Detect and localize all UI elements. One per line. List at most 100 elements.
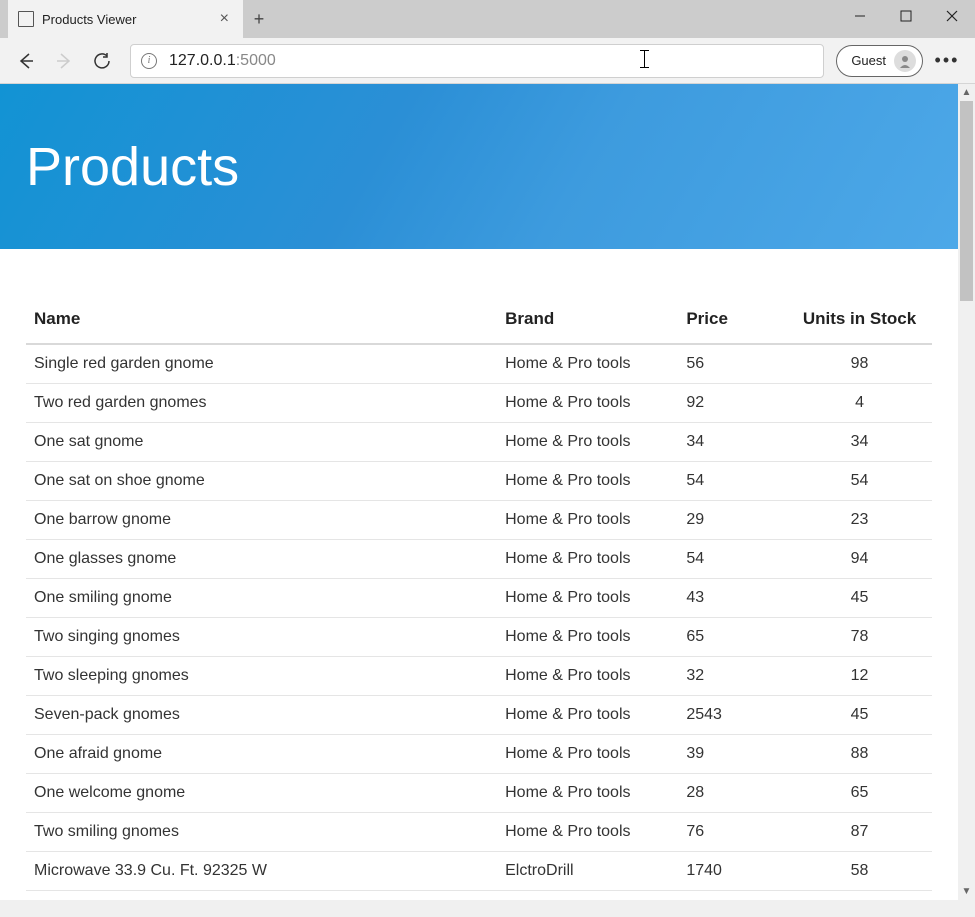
table-row: Two sleeping gnomesHome & Pro tools3212 [26,657,932,696]
vertical-scrollbar[interactable]: ▲ ▼ [958,84,975,900]
cell-stock: 54 [787,462,932,501]
cell-brand: Home & Pro tools [497,618,678,657]
address-bar[interactable]: i 127.0.0.1:5000 [130,44,824,78]
url-port: :5000 [236,52,276,69]
cell-price: 56 [678,344,787,384]
cell-name: Single red garden gnome [26,344,497,384]
table-row: One afraid gnomeHome & Pro tools3988 [26,735,932,774]
cell-name: Two singing gnomes [26,618,497,657]
refresh-button[interactable] [86,45,118,77]
cell-stock: 94 [787,540,932,579]
cell-price: 1740 [678,852,787,891]
cell-name: One sat gnome [26,423,497,462]
profile-label: Guest [851,53,886,68]
tab-title: Products Viewer [42,12,216,27]
cell-brand: Home & Pro tools [497,735,678,774]
forward-button[interactable] [48,45,80,77]
table-row: One sat on shoe gnomeHome & Pro tools545… [26,462,932,501]
text-cursor [644,50,645,68]
cell-stock: 12 [787,657,932,696]
cell-brand: Home & Pro tools [497,579,678,618]
site-info-icon[interactable]: i [141,53,157,69]
maximize-button[interactable] [883,0,929,32]
cell-brand: Home & Pro tools [497,813,678,852]
profile-button[interactable]: Guest [836,45,923,77]
window-titlebar: Products Viewer × + [0,0,975,38]
cell-price: 65 [678,618,787,657]
cell-price: 28 [678,774,787,813]
cell-price: 2543 [678,696,787,735]
table-header-row: Name Brand Price Units in Stock [26,299,932,344]
avatar-icon [894,50,916,72]
cell-price: 54 [678,462,787,501]
cell-stock: 23 [787,501,932,540]
back-button[interactable] [10,45,42,77]
cell-stock: 78 [787,618,932,657]
table-row: Two singing gnomesHome & Pro tools6578 [26,618,932,657]
table-row: Microwave 33.9 Cu. Ft. 92325 WElctroDril… [26,852,932,891]
products-table: Name Brand Price Units in Stock Single r… [26,299,932,891]
cell-brand: Home & Pro tools [497,657,678,696]
col-stock: Units in Stock [787,299,932,344]
cell-stock: 45 [787,579,932,618]
col-brand: Brand [497,299,678,344]
cell-price: 76 [678,813,787,852]
cell-price: 92 [678,384,787,423]
cell-stock: 4 [787,384,932,423]
table-row: Two red garden gnomesHome & Pro tools924 [26,384,932,423]
table-container: Name Brand Price Units in Stock Single r… [0,249,958,891]
cell-brand: Home & Pro tools [497,774,678,813]
table-row: One welcome gnomeHome & Pro tools2865 [26,774,932,813]
cell-stock: 34 [787,423,932,462]
close-tab-icon[interactable]: × [216,10,233,28]
cell-price: 43 [678,579,787,618]
new-tab-button[interactable]: + [243,0,275,38]
cell-price: 32 [678,657,787,696]
cell-price: 54 [678,540,787,579]
cell-stock: 98 [787,344,932,384]
cell-name: Two smiling gnomes [26,813,497,852]
cell-name: Two sleeping gnomes [26,657,497,696]
cell-brand: ElctroDrill [497,852,678,891]
cell-brand: Home & Pro tools [497,462,678,501]
table-row: Two smiling gnomesHome & Pro tools7687 [26,813,932,852]
url-text: 127.0.0.1:5000 [169,52,276,70]
scroll-down-arrow[interactable]: ▼ [958,883,975,900]
minimize-button[interactable] [837,0,883,32]
cell-brand: Home & Pro tools [497,344,678,384]
horizontal-scrollbar[interactable] [0,900,958,917]
cell-brand: Home & Pro tools [497,423,678,462]
cell-stock: 45 [787,696,932,735]
table-row: Seven-pack gnomesHome & Pro tools254345 [26,696,932,735]
url-host: 127.0.0.1 [169,52,236,69]
table-row: One smiling gnomeHome & Pro tools4345 [26,579,932,618]
more-menu-button[interactable]: ••• [929,45,965,77]
cell-brand: Home & Pro tools [497,501,678,540]
cell-name: One glasses gnome [26,540,497,579]
table-row: One sat gnomeHome & Pro tools3434 [26,423,932,462]
cell-brand: Home & Pro tools [497,696,678,735]
cell-stock: 58 [787,852,932,891]
scroll-thumb[interactable] [960,101,973,301]
cell-name: One smiling gnome [26,579,497,618]
cell-price: 39 [678,735,787,774]
page-hero: Products [0,84,958,249]
col-name: Name [26,299,497,344]
scroll-up-arrow[interactable]: ▲ [958,84,975,101]
table-row: One glasses gnomeHome & Pro tools5494 [26,540,932,579]
cell-name: Microwave 33.9 Cu. Ft. 92325 W [26,852,497,891]
scroll-corner [958,900,975,917]
browser-tab[interactable]: Products Viewer × [8,0,243,38]
table-row: Single red garden gnomeHome & Pro tools5… [26,344,932,384]
cell-brand: Home & Pro tools [497,384,678,423]
close-window-button[interactable] [929,0,975,32]
cell-name: One sat on shoe gnome [26,462,497,501]
browser-toolbar: i 127.0.0.1:5000 Guest ••• [0,38,975,84]
cell-name: One welcome gnome [26,774,497,813]
cell-stock: 88 [787,735,932,774]
table-row: One barrow gnomeHome & Pro tools2923 [26,501,932,540]
col-price: Price [678,299,787,344]
cell-price: 29 [678,501,787,540]
cell-stock: 87 [787,813,932,852]
cell-name: One afraid gnome [26,735,497,774]
